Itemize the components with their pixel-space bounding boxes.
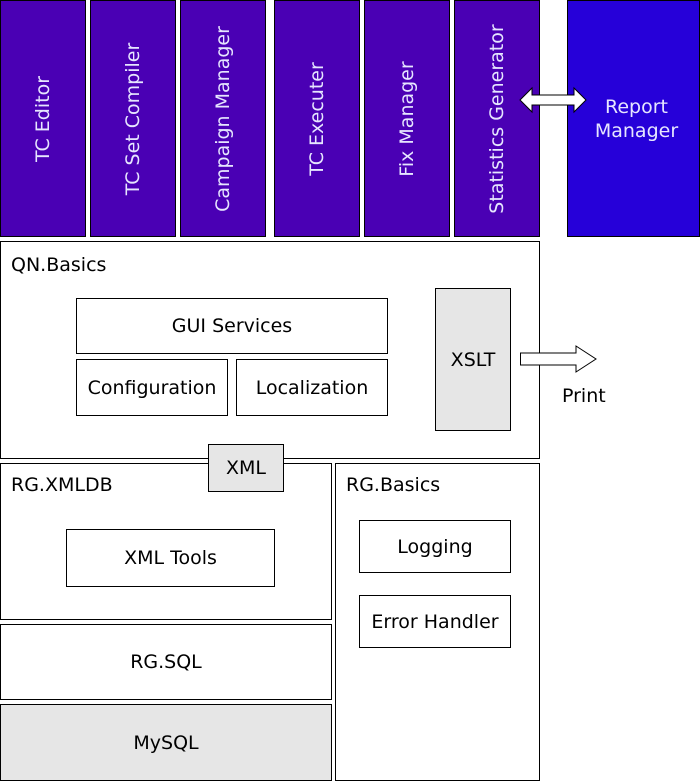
report-manager-line1: Report xyxy=(605,95,668,118)
module-label: Statistics Generator xyxy=(486,23,508,214)
rg-basics-title: RG.Basics xyxy=(346,474,441,496)
xslt-box: XSLT xyxy=(435,288,511,431)
mysql-box: MySQL xyxy=(0,704,332,781)
module-label: TC Set Compiler xyxy=(122,42,144,195)
module-fix-manager: Fix Manager xyxy=(364,0,450,237)
module-label: TC Executer xyxy=(306,61,328,176)
module-campaign-manager: Campaign Manager xyxy=(180,0,266,237)
module-label: Fix Manager xyxy=(396,60,418,177)
error-handler-box: Error Handler xyxy=(359,595,511,648)
xml-tools-label: XML Tools xyxy=(124,547,217,569)
print-arrow-shape xyxy=(520,345,597,373)
localization-box: Localization xyxy=(236,359,388,416)
xslt-label: XSLT xyxy=(450,348,496,371)
module-tc-set-compiler: TC Set Compiler xyxy=(90,0,176,237)
error-handler-label: Error Handler xyxy=(371,610,499,633)
double-arrow-shape xyxy=(519,86,587,114)
xml-connector-box: XML xyxy=(208,444,284,492)
module-tc-executer: TC Executer xyxy=(274,0,360,237)
print-label: Print xyxy=(562,385,606,407)
double-arrow-icon xyxy=(519,86,587,114)
module-tc-editor: TC Editor xyxy=(0,0,86,237)
configuration-box: Configuration xyxy=(76,359,228,416)
mysql-label: MySQL xyxy=(133,731,199,754)
localization-label: Localization xyxy=(255,376,369,399)
module-statistics-generator: Statistics Generator xyxy=(454,0,540,237)
configuration-label: Configuration xyxy=(87,376,217,399)
module-label: TC Editor xyxy=(32,75,54,162)
rg-sql-label: RG.SQL xyxy=(130,651,202,673)
rg-xmldb-title: RG.XMLDB xyxy=(11,474,113,496)
xml-connector-label: XML xyxy=(226,457,266,479)
qn-basics-title: QN.Basics xyxy=(11,254,107,276)
gui-services-box: GUI Services xyxy=(76,298,388,354)
gui-services-label: GUI Services xyxy=(171,315,293,337)
logging-box: Logging xyxy=(359,520,511,573)
report-manager-line2: Manager xyxy=(594,119,679,142)
module-label: Campaign Manager xyxy=(212,25,234,212)
logging-label: Logging xyxy=(397,535,473,558)
print-arrow-icon xyxy=(520,345,597,373)
report-manager-label: Report Manager xyxy=(589,95,678,143)
module-report-manager: Report Manager xyxy=(567,0,700,237)
rg-sql-box: RG.SQL xyxy=(0,624,332,700)
xml-tools-box: XML Tools xyxy=(66,529,275,587)
